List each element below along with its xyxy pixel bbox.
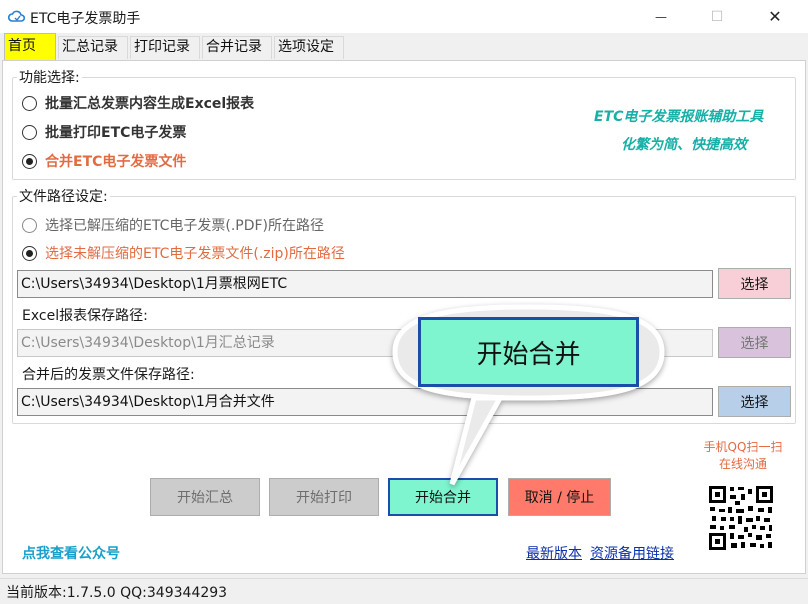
option-batch-print[interactable]: 批量打印ETC电子发票: [22, 122, 186, 142]
tab-merge-records[interactable]: 合并记录: [202, 36, 272, 59]
window-title: ETC电子发票助手: [30, 11, 141, 27]
option-zip-path[interactable]: 选择未解压缩的ETC电子发票文件(.zip)所在路径: [22, 243, 345, 263]
radio-merge-files[interactable]: [22, 153, 37, 169]
option-excel-report[interactable]: 批量汇总发票内容生成Excel报表: [22, 93, 254, 113]
minimize-icon: —: [655, 9, 667, 24]
radio-pdf-path[interactable]: [22, 217, 37, 233]
file-path-legend: 文件路径设定:: [19, 189, 108, 205]
backup-resource-link[interactable]: 资源备用链接: [590, 543, 674, 563]
radio-zip-path[interactable]: [22, 245, 37, 261]
callout-merge-label: 开始合并: [418, 317, 639, 387]
option-pdf-path-label: 选择已解压缩的ETC电子发票(.PDF)所在路径: [45, 218, 325, 234]
function-select-legend: 功能选择:: [19, 70, 80, 86]
promo-subtitle: 化繁为简、快捷高效: [621, 137, 747, 153]
qr-code-icon: [708, 485, 774, 551]
latest-version-link[interactable]: 最新版本: [526, 543, 582, 563]
start-merge-button[interactable]: 开始合并: [388, 478, 498, 516]
promo-title: ETC电子发票报账辅助工具: [594, 109, 764, 125]
cancel-stop-button[interactable]: 取消 / 停止: [508, 478, 611, 516]
minimize-button[interactable]: —: [638, 0, 684, 33]
option-merge-files[interactable]: 合并ETC电子发票文件: [22, 151, 186, 171]
maximize-button[interactable]: ☐: [694, 0, 740, 33]
close-button[interactable]: ✕: [752, 0, 798, 33]
merge-path-button[interactable]: 选择: [718, 386, 791, 417]
close-icon: ✕: [768, 7, 782, 26]
tab-summary-records[interactable]: 汇总记录: [58, 36, 128, 59]
merge-path-label: 合并后的发票文件保存路径:: [22, 367, 195, 383]
tab-home[interactable]: 首页: [4, 33, 56, 60]
app-cloud-icon: [8, 10, 26, 22]
source-path-field[interactable]: C:\Users\34934\Desktop\1月票根网ETC: [17, 270, 713, 298]
excel-path-label: Excel报表保存路径:: [22, 308, 148, 324]
option-excel-report-label: 批量汇总发票内容生成Excel报表: [45, 96, 255, 112]
radio-excel-report[interactable]: [22, 95, 37, 111]
start-print-button[interactable]: 开始打印: [269, 478, 379, 516]
qq-scan-note: 手机QQ扫一扫 在线沟通: [700, 439, 786, 473]
merge-path-field[interactable]: C:\Users\34934\Desktop\1月合并文件: [17, 388, 713, 416]
option-zip-path-label: 选择未解压缩的ETC电子发票文件(.zip)所在路径: [45, 246, 345, 262]
qq-scan-line2: 在线沟通: [718, 457, 767, 471]
wechat-official-link[interactable]: 点我查看公众号: [22, 543, 120, 563]
option-batch-print-label: 批量打印ETC电子发票: [45, 125, 187, 141]
maximize-icon: ☐: [710, 8, 724, 25]
source-path-button[interactable]: 选择: [718, 268, 791, 299]
excel-path-button[interactable]: 选择: [718, 327, 791, 358]
status-text: 当前版本:1.7.5.0 QQ:349344293: [6, 585, 228, 601]
qq-scan-line1: 手机QQ扫一扫: [703, 440, 783, 454]
tab-options[interactable]: 选项设定: [274, 36, 344, 59]
tab-print-records[interactable]: 打印记录: [130, 36, 200, 59]
option-pdf-path[interactable]: 选择已解压缩的ETC电子发票(.PDF)所在路径: [22, 215, 324, 235]
radio-batch-print[interactable]: [22, 124, 37, 140]
start-summary-button[interactable]: 开始汇总: [150, 478, 260, 516]
option-merge-files-label: 合并ETC电子发票文件: [45, 154, 187, 170]
